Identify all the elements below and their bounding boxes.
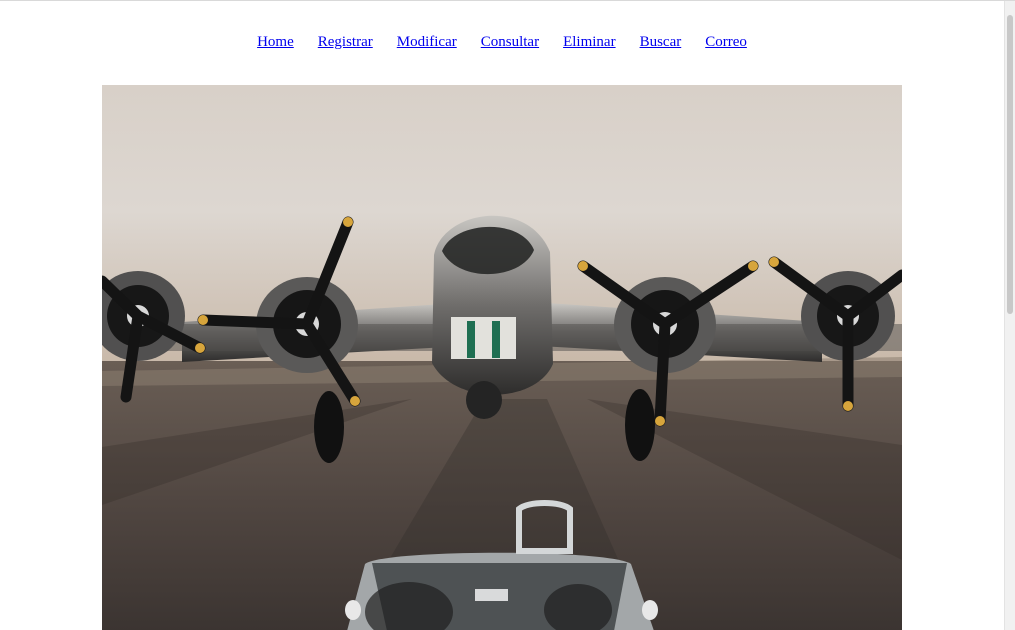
hero-image	[102, 85, 902, 630]
nav-link-consultar[interactable]: Consultar	[481, 34, 539, 51]
nav-link-modificar[interactable]: Modificar	[397, 34, 457, 51]
nav-link-registrar[interactable]: Registrar	[318, 34, 373, 51]
vertical-scrollbar[interactable]	[1004, 1, 1015, 630]
nav-link-eliminar[interactable]: Eliminar	[563, 34, 616, 51]
top-navigation: Home Registrar Modificar Consultar Elimi…	[0, 34, 1004, 51]
nav-link-correo[interactable]: Correo	[705, 34, 747, 51]
scrollbar-thumb[interactable]	[1007, 15, 1013, 314]
page: Home Registrar Modificar Consultar Elimi…	[0, 0, 1015, 630]
airplane-photo	[102, 85, 902, 630]
nav-link-home[interactable]: Home	[257, 34, 294, 51]
nav-link-buscar[interactable]: Buscar	[640, 34, 682, 51]
